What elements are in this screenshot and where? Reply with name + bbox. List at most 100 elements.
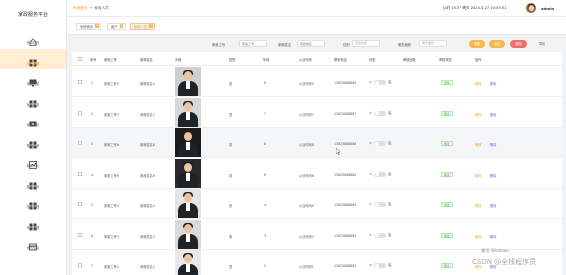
close-icon[interactable]: × — [95, 24, 99, 29]
edit-button[interactable]: 修改 — [475, 112, 481, 117]
table-row[interactable]: 1 家政工号5 家政姓名5 男 6 从业时间5 13823888885 < 启 通过 修改 删除 — [72, 67, 562, 97]
col-years: 从业时间 — [299, 58, 312, 62]
tab-home[interactable]: 系统首页 × — [76, 23, 101, 30]
tab-label: 用户 — [111, 24, 118, 29]
sidebar-item-label: 系统首页 — [26, 41, 40, 46]
staff-photo[interactable] — [175, 250, 201, 275]
col-phone: 联系电话 — [334, 58, 347, 62]
top-bar: 系统首页 ➜ 家政人员 以时 15.5° 晴天 2024-3-27 10:53:51… — [67, 0, 566, 17]
status-toggle[interactable] — [374, 80, 386, 85]
status-icon: < — [369, 263, 372, 267]
staff-photo[interactable] — [175, 128, 201, 157]
staff-photo[interactable] — [175, 97, 201, 127]
col-gender: 性别 — [229, 58, 236, 62]
staff-name-input[interactable] — [297, 40, 325, 47]
sidebar-item-0[interactable]: 系统首页 — [0, 28, 66, 49]
status-label: 启 — [388, 80, 392, 84]
staff-photo[interactable] — [175, 158, 201, 188]
cell-index: 7 — [91, 264, 94, 268]
sidebar-item-6[interactable]: 服务评价 — [0, 151, 66, 172]
avatar[interactable] — [526, 3, 536, 13]
cell-years: 从业时间6 — [299, 173, 314, 178]
area-select[interactable]: 服务面积 — [419, 40, 447, 47]
close-icon[interactable]: × — [119, 24, 124, 29]
delete-row-button[interactable]: 删除 — [490, 234, 496, 239]
cell-years: 从业时间5 — [299, 82, 314, 86]
data-table: 序号 家政工号 家政姓名 头像 性别 年龄 从业时间 联系电话 状态 审核回复 … — [72, 52, 562, 275]
sidebar-item-8[interactable]: 投诉处理 — [0, 192, 66, 213]
sidebar-item-4[interactable]: 家政预约 — [0, 110, 66, 131]
staff-photo[interactable] — [175, 189, 201, 218]
staff-photo[interactable] — [175, 67, 201, 96]
edit-button[interactable]: 修改 — [475, 234, 481, 239]
row-checkbox[interactable] — [78, 110, 82, 115]
delete-row-button[interactable]: 删除 — [490, 81, 496, 86]
edit-button[interactable]: 修改 — [475, 173, 481, 178]
table-row[interactable]: 6 家政工号3 家政姓名3 男 3 从业时间3 13823888883 < 启 通过 修改 删除 — [72, 219, 562, 250]
row-checkbox[interactable] — [78, 141, 82, 145]
sidebar-item-10[interactable]: 我的信息 — [0, 233, 66, 254]
staff-photo[interactable] — [175, 219, 201, 249]
table-row[interactable]: 5 家政工号4 家政姓名4 男 4 从业时间4 13823888884 < 启 通过 修改 删除 — [72, 189, 562, 219]
col-audit-status: 审核状态 — [439, 58, 452, 62]
gender-label: 性别 — [343, 43, 350, 47]
row-checkbox[interactable] — [78, 232, 82, 237]
delete-button[interactable]: 删除 — [510, 39, 527, 48]
table-row[interactable]: 2 家政工号7 家政姓名7 男 7 从业时间7 13823888887 < 启 通过 修改 删除 — [72, 97, 562, 128]
sidebar-item-7[interactable]: 服务投诉 — [0, 172, 66, 193]
add-button[interactable]: 添加 — [489, 39, 505, 48]
username[interactable]: admin — [541, 6, 554, 11]
tab-label: 系统首页 — [80, 24, 94, 29]
audit-status-badge: 通过 — [441, 202, 453, 207]
delete-row-button[interactable]: 删除 — [490, 112, 496, 117]
status-toggle[interactable] — [374, 202, 386, 207]
breadcrumb-home[interactable]: 系统首页 — [73, 6, 87, 10]
staff-id-input[interactable] — [239, 40, 267, 47]
cell-staff-name: 家政姓名6 — [140, 173, 155, 178]
delete-row-button[interactable]: 删除 — [490, 173, 496, 178]
tab-user[interactable]: 用户 × — [107, 23, 126, 30]
edit-button[interactable]: 修改 — [475, 81, 481, 86]
table-row[interactable]: 3 家政工号8 家政姓名8 男 8 从业时间8 13823888888 < 启 通过 修改 删除 — [72, 128, 562, 158]
search-button[interactable]: 搜索 — [469, 39, 485, 48]
sidebar-item-3[interactable]: 家政服务 — [0, 90, 66, 111]
grid-icon — [29, 195, 37, 210]
cell-index: 3 — [91, 142, 94, 146]
col-staff-name: 家政姓名 — [140, 58, 153, 62]
tab-staff[interactable]: 家政人员 × — [130, 23, 155, 30]
edit-button[interactable]: 修改 — [475, 142, 481, 147]
close-icon[interactable]: × — [149, 24, 153, 29]
sidebar-item-5[interactable]: 预约取消 — [0, 131, 66, 152]
delete-row-button[interactable]: 删除 — [490, 203, 496, 208]
audit-status-badge: 通过 — [441, 263, 453, 268]
status-icon: < — [369, 202, 372, 206]
gender-select[interactable]: 家政性别 — [352, 40, 380, 47]
table-row[interactable]: 4 家政工号6 家政姓名6 男 6 从业时间6 13823888886 < 启 通过 修改 删除 — [72, 158, 562, 189]
row-checkbox[interactable] — [78, 171, 82, 176]
row-checkbox[interactable] — [78, 263, 82, 267]
select-all-checkbox[interactable] — [78, 57, 82, 61]
sidebar-item-label: 投诉处理 — [26, 205, 40, 210]
cell-gender: 男 — [229, 265, 233, 269]
cell-gender: 男 — [229, 143, 233, 147]
export-button[interactable]: 导出 — [533, 40, 551, 48]
row-checkbox[interactable] — [78, 202, 82, 206]
edit-button[interactable]: 修改 — [475, 203, 481, 208]
sidebar-item-9[interactable]: 系统管理 — [0, 213, 66, 234]
delete-row-button[interactable]: 删除 — [490, 142, 496, 147]
sidebar-item-label: 家政服务 — [26, 102, 40, 107]
status-label: 启 — [388, 171, 392, 176]
audit-status-badge: 通过 — [441, 171, 453, 177]
sidebar-item-2[interactable]: 家政类型 — [0, 69, 66, 90]
sidebar-item-1[interactable]: 用户管理 — [0, 48, 66, 69]
monitor-icon — [29, 72, 37, 87]
grid-icon — [29, 134, 37, 149]
status-toggle[interactable] — [374, 232, 386, 238]
cell-phone: 13823888884 — [334, 203, 357, 207]
status-toggle[interactable] — [374, 141, 386, 146]
status-toggle[interactable] — [374, 171, 386, 177]
status-toggle[interactable] — [374, 110, 386, 116]
sidebar-item-label: 系统管理 — [26, 225, 40, 230]
row-checkbox[interactable] — [78, 80, 82, 84]
status-toggle[interactable] — [374, 263, 386, 268]
